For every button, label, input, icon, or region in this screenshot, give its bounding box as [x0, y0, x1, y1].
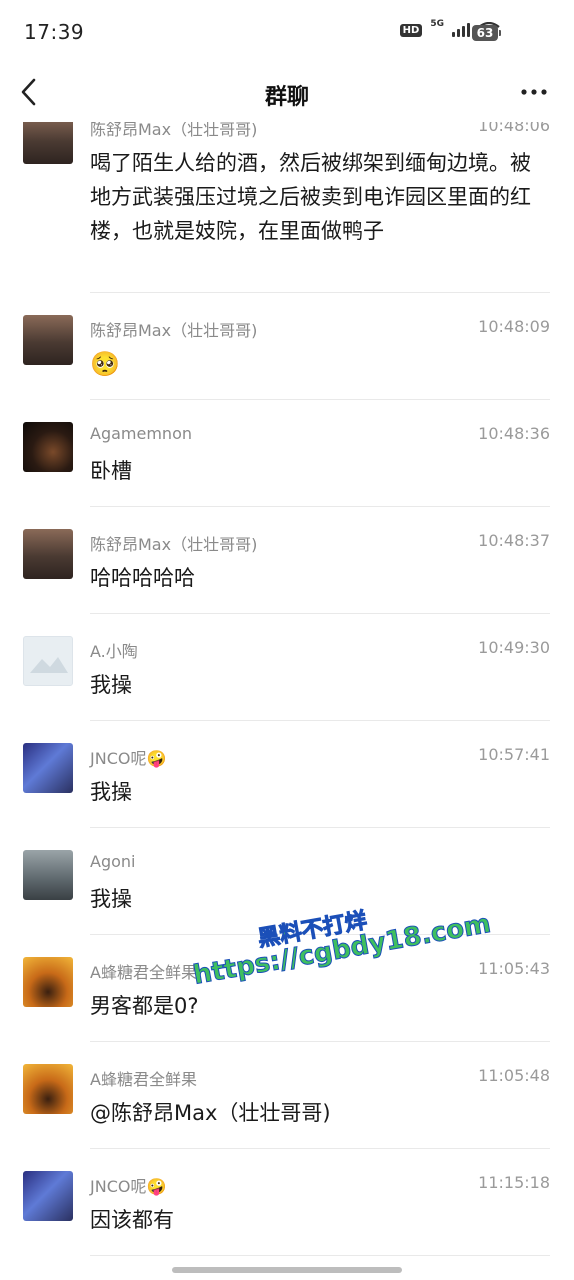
battery-icon: 63 [472, 25, 498, 41]
message-item: JNCO呢🤪 11:15:18 因该都有 [0, 1149, 574, 1256]
sender-name: JNCO呢🤪 [90, 749, 167, 768]
person-avatar[interactable] [23, 315, 73, 365]
message-time: 11:05:48 [478, 1066, 550, 1085]
sender-name: 陈舒昂Max（壮壮哥哥) [90, 122, 258, 139]
message-time: 10:57:41 [478, 745, 550, 764]
home-indicator[interactable] [172, 1267, 402, 1273]
sender-name: Agamemnon [90, 424, 192, 443]
message-time: 10:48:37 [478, 531, 550, 550]
sender-name: A蜂糖君全鲜果 [90, 963, 197, 982]
sender-name: JNCO呢🤪 [90, 1177, 167, 1196]
sender-name: 陈舒昂Max（壮壮哥哥) [90, 535, 258, 554]
message-item: 陈舒昂Max（壮壮哥哥) 10:48:37 哈哈哈哈哈 [0, 507, 574, 614]
photo-avatar[interactable] [23, 850, 73, 900]
message-item: Agoni 我操 [0, 828, 574, 935]
message-text: 我操 [90, 780, 132, 804]
status-bar: 17:39 HD 5G 63 [0, 0, 574, 64]
message-item: Agamemnon 10:48:36 卧槽 [0, 400, 574, 507]
sender-name: A蜂糖君全鲜果 [90, 1070, 197, 1089]
network-type: 5G [430, 19, 444, 29]
message-text: 卧槽 [90, 459, 132, 483]
message-item: 陈舒昂Max（壮壮哥哥) 10:48:06 喝了陌生人给的酒，然后被绑架到缅甸边… [0, 122, 574, 294]
message-time: 10:48:09 [478, 317, 550, 336]
message-item: A.小陶 10:49:30 我操 [0, 614, 574, 721]
message-item: A蜂糖君全鲜果 11:05:48 @陈舒昂Max（壮壮哥哥) [0, 1042, 574, 1149]
sender-name: A.小陶 [90, 642, 138, 661]
message-text: 我操 [90, 673, 132, 697]
placeholder-avatar[interactable] [23, 636, 73, 686]
message-item: JNCO呢🤪 10:57:41 我操 [0, 721, 574, 828]
message-time: 11:15:18 [478, 1173, 550, 1192]
page-title: 群聊 [264, 85, 309, 110]
message-time: 10:48:36 [478, 424, 550, 443]
more-icon[interactable] [520, 80, 548, 104]
mountain-icon [30, 657, 68, 673]
message-text: 我操 [90, 887, 132, 911]
hd-icon: HD [399, 23, 423, 37]
message-list[interactable]: 陈舒昂Max（壮壮哥哥) 10:48:06 喝了陌生人给的酒，然后被绑架到缅甸边… [0, 122, 574, 1262]
person-avatar[interactable] [23, 529, 73, 579]
message-text: 喝了陌生人给的酒，然后被绑架到缅甸边境。被地方武装强压过境之后被卖到电诈园区里面… [90, 151, 531, 243]
sender-name: 陈舒昂Max（壮壮哥哥) [90, 321, 258, 340]
signal-icon [452, 23, 470, 37]
message-time: 10:48:06 [478, 122, 550, 135]
anime-avatar[interactable] [23, 1171, 73, 1221]
message-text: 因该都有 [90, 1208, 174, 1232]
message-item: 陈舒昂Max（壮壮哥哥) 10:48:09 🥺 [0, 293, 574, 400]
sender-name: Agoni [90, 852, 136, 871]
message-item: A蜂糖君全鲜果 11:05:43 男客都是0? [0, 935, 574, 1042]
status-time: 17:39 [24, 20, 85, 44]
dark-avatar[interactable] [23, 422, 73, 472]
message-text: 男客都是0? [90, 994, 199, 1018]
orange-avatar[interactable] [23, 1064, 73, 1114]
battery-tip [499, 30, 501, 36]
message-text: @陈舒昂Max（壮壮哥哥) [90, 1101, 331, 1125]
divider [90, 1255, 550, 1256]
orange-avatar[interactable] [23, 957, 73, 1007]
message-text: 🥺 [90, 350, 120, 378]
anime-avatar[interactable] [23, 743, 73, 793]
person-avatar[interactable] [23, 122, 73, 164]
nav-bar: 群聊 [0, 64, 574, 122]
message-time: 11:05:43 [478, 959, 550, 978]
message-time: 10:49:30 [478, 638, 550, 657]
message-text: 哈哈哈哈哈 [90, 566, 195, 590]
